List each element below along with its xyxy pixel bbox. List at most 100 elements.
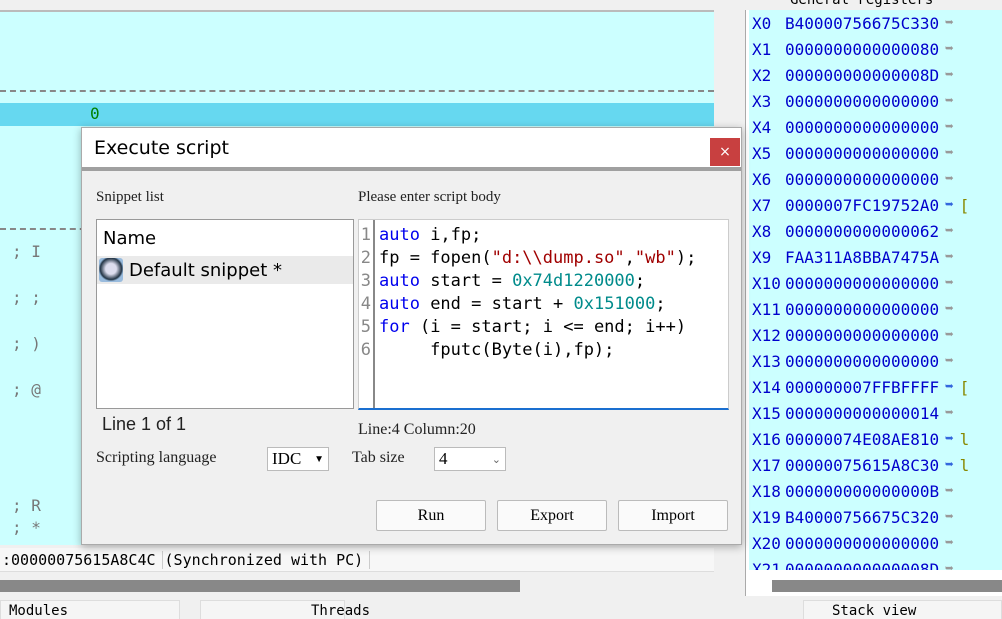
jump-arrow-icon[interactable]: ➥ <box>945 93 953 109</box>
jump-arrow-icon[interactable]: ➥ <box>945 249 953 265</box>
register-value[interactable]: 0000000000000080 <box>785 40 939 59</box>
register-name: X10 <box>752 273 781 293</box>
jump-arrow-icon[interactable]: ➥ <box>945 171 953 187</box>
jump-arrow-icon[interactable]: ➥ <box>945 431 953 447</box>
register-row[interactable]: X4 0000000000000000 ➥ <box>749 114 1002 140</box>
language-select[interactable]: IDC ▼ <box>267 447 329 471</box>
tab-stack-view[interactable]: Stack view <box>803 600 1002 619</box>
code-token: auto <box>379 271 420 291</box>
register-value[interactable]: 0000000000000000 <box>785 170 939 189</box>
register-row[interactable]: X9 FAA311A8BBA7475A ➥ <box>749 244 1002 270</box>
jump-arrow-icon[interactable]: ➥ <box>945 379 953 395</box>
snippet-item[interactable]: Default snippet * <box>97 256 353 284</box>
registers-scrollbar[interactable] <box>772 580 1002 592</box>
jump-arrow-icon[interactable]: ➥ <box>945 535 953 551</box>
import-button[interactable]: Import <box>618 500 728 531</box>
jump-arrow-icon[interactable]: ➥ <box>945 197 953 213</box>
status-bar: :00000075615A8C4C (Synchronized with PC) <box>0 548 714 572</box>
register-list[interactable]: X0 B40000756675C330 ➥ X1 0000000000000080 ➥ X2… <box>749 10 1002 570</box>
register-row[interactable]: X21 000000000000008D ➥ <box>749 556 1002 571</box>
register-value[interactable]: 000000000000000B <box>785 482 939 501</box>
register-row[interactable]: X13 0000000000000000 ➥ <box>749 348 1002 374</box>
jump-arrow-icon[interactable]: ➥ <box>945 483 953 499</box>
register-value[interactable]: 0000000000000000 <box>785 326 939 345</box>
register-row[interactable]: X7 0000007FC19752A0 ➥ [ <box>749 192 1002 218</box>
jump-arrow-icon[interactable]: ➥ <box>945 405 953 421</box>
code-token: ); <box>675 248 697 268</box>
tab-size-select[interactable]: 4 ⌄ <box>434 447 506 471</box>
register-row[interactable]: X17 00000075615A8C30 ➥ l <box>749 452 1002 478</box>
jump-arrow-icon[interactable]: ➥ <box>945 509 953 525</box>
register-row[interactable]: X12 0000000000000000 ➥ <box>749 322 1002 348</box>
jump-arrow-icon[interactable]: ➥ <box>945 275 953 291</box>
register-value[interactable]: 0000000000000062 <box>785 222 939 241</box>
jump-arrow-icon[interactable]: ➥ <box>945 145 953 161</box>
register-row[interactable]: X20 0000000000000000 ➥ <box>749 530 1002 556</box>
jump-arrow-icon[interactable]: ➥ <box>945 119 953 135</box>
export-button[interactable]: Export <box>497 500 607 531</box>
register-value[interactable]: 0000000000000000 <box>785 144 939 163</box>
register-value[interactable]: 0000000000000000 <box>785 92 939 111</box>
script-editor[interactable]: 123456 auto i,fp; fp = fopen("d:\\dump.so… <box>358 219 729 410</box>
language-value: IDC <box>272 449 302 468</box>
register-name: X21 <box>752 559 781 571</box>
jump-arrow-icon[interactable]: ➥ <box>945 353 953 369</box>
register-row[interactable]: X10 0000000000000000 ➥ <box>749 270 1002 296</box>
register-extra: l <box>959 455 970 475</box>
jump-arrow-icon[interactable]: ➥ <box>945 41 953 57</box>
register-row[interactable]: X2 000000000000008D ➥ <box>749 62 1002 88</box>
register-value[interactable]: 000000000000008D <box>785 560 939 571</box>
code-line: auto end = start + 0x151000; <box>379 293 696 316</box>
register-value[interactable]: 000000007FFBFFFF <box>785 378 939 397</box>
register-row[interactable]: X11 0000000000000000 ➥ <box>749 296 1002 322</box>
line-info: Line 1 of 1 <box>102 414 187 434</box>
current-line[interactable]: 0 <box>0 103 714 126</box>
register-value[interactable]: 00000074E08AE810 <box>785 430 939 449</box>
horizontal-scrollbar[interactable] <box>0 580 520 592</box>
register-value[interactable]: 0000000000000014 <box>785 404 939 423</box>
register-value[interactable]: 0000000000000000 <box>785 118 939 137</box>
register-row[interactable]: X19 B40000756675C320 ➥ <box>749 504 1002 530</box>
register-value[interactable]: B40000756675C320 <box>785 508 939 527</box>
jump-arrow-icon[interactable]: ➥ <box>945 327 953 343</box>
register-value[interactable]: 0000000000000000 <box>785 534 939 553</box>
register-value[interactable]: 00000075615A8C30 <box>785 456 939 475</box>
register-name: X19 <box>752 507 781 527</box>
jump-arrow-icon[interactable]: ➥ <box>945 15 953 31</box>
register-row[interactable]: X16 00000074E08AE810 ➥ l <box>749 426 1002 452</box>
register-row[interactable]: X6 0000000000000000 ➥ <box>749 166 1002 192</box>
tab-modules[interactable]: Modules <box>0 600 180 619</box>
register-value[interactable]: 000000000000008D <box>785 66 939 85</box>
register-row[interactable]: X0 B40000756675C330 ➥ <box>749 10 1002 36</box>
register-value[interactable]: 0000000000000000 <box>785 352 939 371</box>
code-token: auto <box>379 294 420 314</box>
tab-threads[interactable]: Threads <box>200 600 370 619</box>
register-row[interactable]: X14 000000007FFBFFFF ➥ [ <box>749 374 1002 400</box>
snippet-list-header[interactable]: Name <box>97 220 353 256</box>
jump-arrow-icon[interactable]: ➥ <box>945 457 953 473</box>
snippet-icon <box>99 258 123 282</box>
register-value[interactable]: FAA311A8BBA7475A <box>785 248 939 267</box>
jump-arrow-icon[interactable]: ➥ <box>945 301 953 317</box>
snippet-list[interactable]: Name Default snippet * <box>96 219 354 409</box>
run-button[interactable]: Run <box>376 500 486 531</box>
register-value[interactable]: 0000000000000000 <box>785 300 939 319</box>
jump-arrow-icon[interactable]: ➥ <box>945 561 953 570</box>
close-button[interactable]: × <box>710 138 740 166</box>
register-value[interactable]: 0000007FC19752A0 <box>785 196 939 215</box>
register-row[interactable]: X8 0000000000000062 ➥ <box>749 218 1002 244</box>
register-row[interactable]: X3 0000000000000000 ➥ <box>749 88 1002 114</box>
comment: ; @ <box>12 380 41 399</box>
jump-arrow-icon[interactable]: ➥ <box>945 223 953 239</box>
line-number: 3 <box>360 271 371 291</box>
register-row[interactable]: X5 0000000000000000 ➥ <box>749 140 1002 166</box>
register-name: X4 <box>752 117 772 137</box>
registers-title[interactable]: General registers <box>790 0 933 8</box>
register-value[interactable]: 0000000000000000 <box>785 274 939 293</box>
register-row[interactable]: X18 000000000000000B ➥ <box>749 478 1002 504</box>
register-row[interactable]: X1 0000000000000080 ➥ <box>749 36 1002 62</box>
register-value[interactable]: B40000756675C330 <box>785 14 939 33</box>
line-number: 2 <box>360 248 371 268</box>
register-row[interactable]: X15 0000000000000014 ➥ <box>749 400 1002 426</box>
jump-arrow-icon[interactable]: ➥ <box>945 67 953 83</box>
